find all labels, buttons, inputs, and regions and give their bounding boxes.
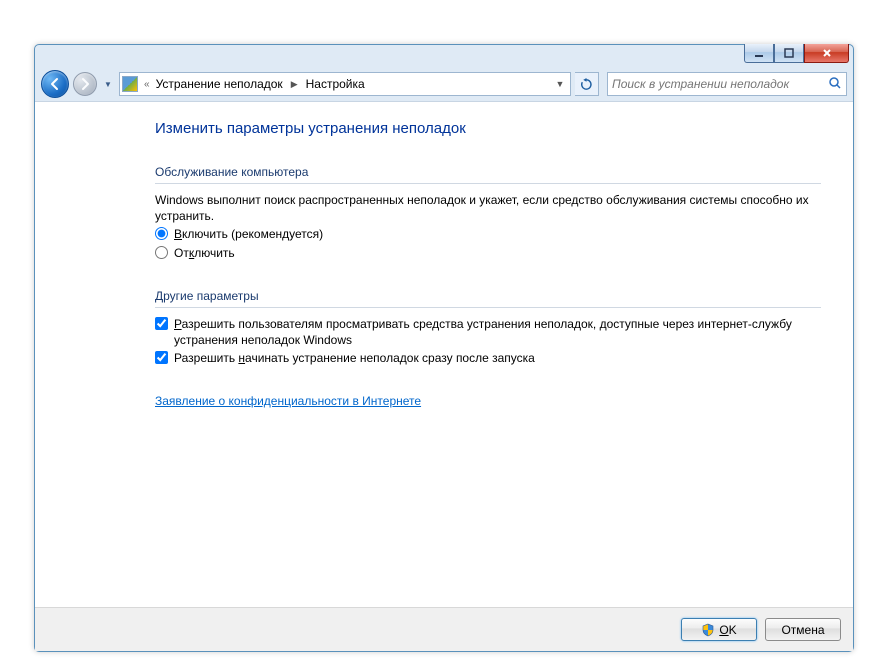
check-allow-immediate[interactable]: Разрешить начинать устранение неполадок … bbox=[155, 350, 821, 366]
section-maintenance: Обслуживание компьютера Windows выполнит… bbox=[155, 165, 821, 261]
check-allow-online[interactable]: Разрешить пользователям просматривать ср… bbox=[155, 316, 821, 348]
radio-disable-label: Отключить bbox=[174, 245, 235, 261]
footer-bar: OK Отмена bbox=[35, 607, 853, 651]
control-panel-icon bbox=[122, 76, 138, 92]
ok-button[interactable]: OK bbox=[681, 618, 757, 641]
search-input[interactable] bbox=[612, 77, 828, 91]
radio-enable-label: Включить (рекомендуется) bbox=[174, 226, 323, 242]
radio-disable-input[interactable] bbox=[155, 246, 168, 259]
breadcrumb-troubleshoot[interactable]: Устранение неполадок bbox=[156, 77, 283, 91]
troubleshoot-settings-window: ▼ « Устранение неполадок ▶ Настройка ▼ И… bbox=[34, 44, 854, 652]
radio-disable[interactable]: Отключить bbox=[155, 245, 821, 261]
breadcrumb-settings[interactable]: Настройка bbox=[306, 77, 365, 91]
section-other-body: Разрешить пользователям просматривать ср… bbox=[155, 316, 821, 367]
section-maintenance-body: Windows выполнит поиск распространенных … bbox=[155, 192, 821, 261]
check-allow-immediate-label: Разрешить начинать устранение неполадок … bbox=[174, 350, 535, 366]
radio-enable-input[interactable] bbox=[155, 227, 168, 240]
search-icon bbox=[828, 76, 842, 93]
page-title: Изменить параметры устранения неполадок bbox=[155, 120, 821, 137]
ok-button-label: OK bbox=[719, 623, 736, 637]
section-other-header: Другие параметры bbox=[155, 289, 821, 308]
section-maintenance-header: Обслуживание компьютера bbox=[155, 165, 821, 184]
nav-history-dropdown[interactable]: ▼ bbox=[101, 74, 115, 94]
section-other: Другие параметры Разрешить пользователям… bbox=[155, 289, 821, 367]
content-area: Изменить параметры устранения неполадок … bbox=[35, 101, 853, 607]
refresh-button[interactable] bbox=[575, 72, 599, 96]
breadcrumb-arrow-icon[interactable]: ▶ bbox=[287, 79, 302, 90]
search-box[interactable] bbox=[607, 72, 847, 96]
uac-shield-icon bbox=[701, 623, 715, 637]
navigation-bar: ▼ « Устранение неполадок ▶ Настройка ▼ bbox=[35, 67, 853, 101]
radio-enable[interactable]: Включить (рекомендуется) bbox=[155, 226, 821, 242]
minimize-button[interactable] bbox=[744, 44, 774, 63]
breadcrumb-prefix: « bbox=[142, 79, 152, 90]
nav-forward-button[interactable] bbox=[73, 72, 97, 96]
cancel-button-label: Отмена bbox=[781, 623, 824, 637]
close-button[interactable] bbox=[804, 44, 849, 63]
address-dropdown-icon[interactable]: ▼ bbox=[552, 79, 568, 89]
address-bar[interactable]: « Устранение неполадок ▶ Настройка ▼ bbox=[119, 72, 571, 96]
cancel-button[interactable]: Отмена bbox=[765, 618, 841, 641]
maximize-button[interactable] bbox=[774, 44, 804, 63]
maintenance-description: Windows выполнит поиск распространенных … bbox=[155, 192, 821, 224]
check-allow-online-label: Разрешить пользователям просматривать ср… bbox=[174, 316, 821, 348]
window-controls bbox=[744, 44, 849, 63]
nav-back-button[interactable] bbox=[41, 70, 69, 98]
check-allow-online-input[interactable] bbox=[155, 317, 168, 330]
check-allow-immediate-input[interactable] bbox=[155, 351, 168, 364]
privacy-statement-link[interactable]: Заявление о конфиденциальности в Интерне… bbox=[155, 394, 421, 408]
